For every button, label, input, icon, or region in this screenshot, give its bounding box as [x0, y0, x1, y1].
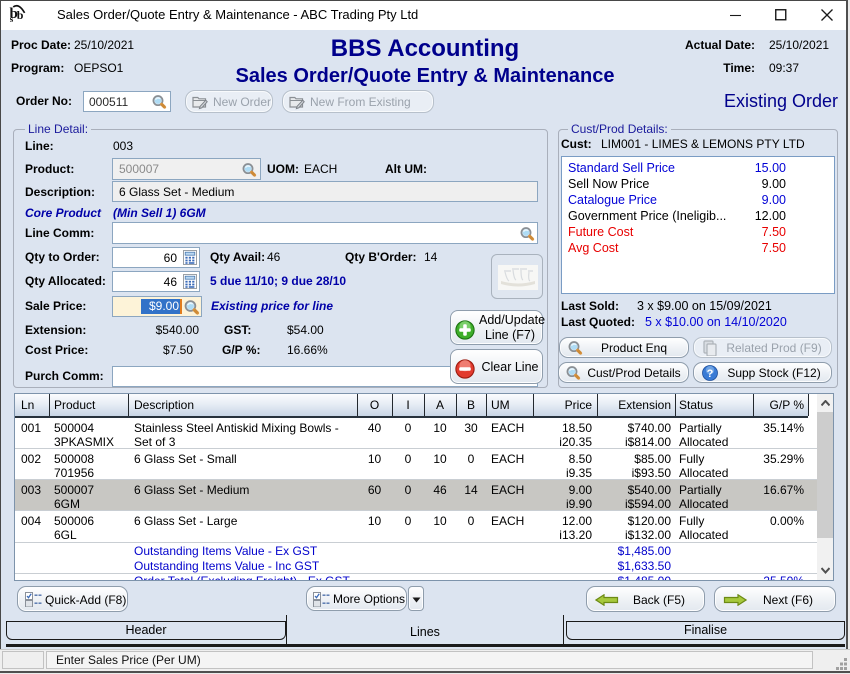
- svg-text:s: s: [10, 14, 14, 24]
